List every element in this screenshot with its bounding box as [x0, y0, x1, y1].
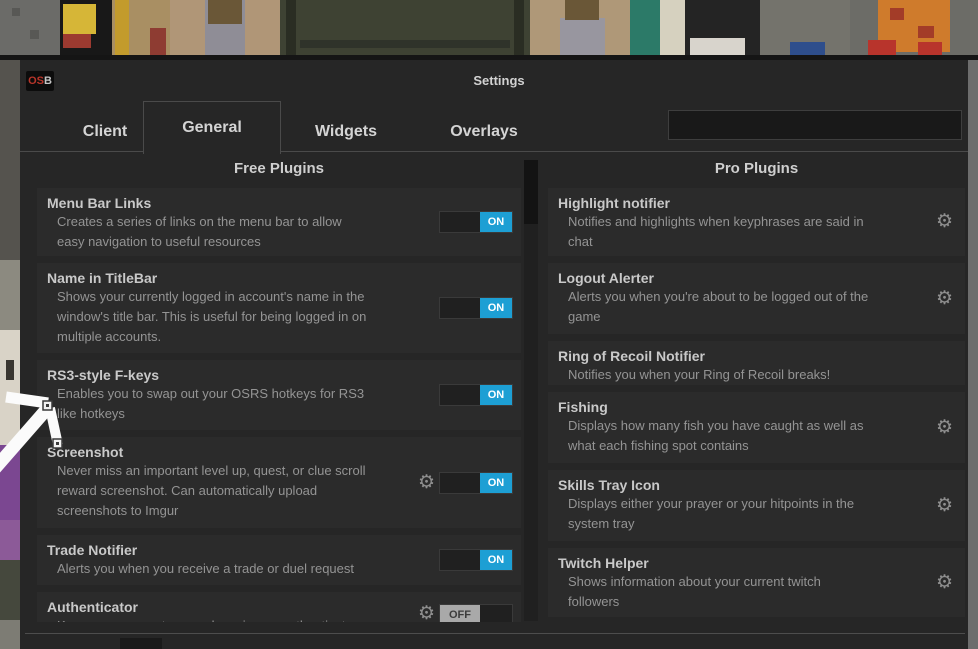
gear-icon[interactable]: ⚙ [936, 287, 953, 311]
plugin-name: Twitch Helper [558, 555, 649, 571]
footer-divider [25, 633, 965, 634]
plugin-description: Never miss an important level up, quest,… [57, 463, 366, 518]
plugin-card-menu-bar-links: Menu Bar Links Creates a series of links… [37, 188, 521, 256]
free-plugins-scrollbar[interactable] [524, 160, 538, 621]
toggle-name-in-titlebar[interactable]: ON [439, 297, 513, 319]
plugin-card-authenticator: Authenticator Keep your account secure b… [37, 592, 521, 622]
search-input[interactable] [668, 110, 962, 140]
gear-icon[interactable]: ⚙ [418, 602, 435, 622]
plugin-name: Name in TitleBar [47, 270, 158, 286]
toggle-off-side [440, 472, 480, 493]
plugin-card-twitch-helper: Twitch Helper Shows information about yo… [548, 548, 965, 617]
toggle-on-side: ON [480, 550, 512, 570]
gear-icon[interactable]: ⚙ [936, 571, 953, 595]
plugin-card-name-in-titlebar: Name in TitleBar Shows your currently lo… [37, 263, 521, 353]
toggle-on-side: ON [480, 298, 512, 318]
plugin-name: Highlight notifier [558, 195, 670, 211]
plugin-name: Skills Tray Icon [558, 477, 660, 493]
toggle-authenticator[interactable]: OFF [439, 604, 513, 622]
plugin-name: Screenshot [47, 444, 124, 460]
toggle-on-side: ON [480, 212, 512, 232]
plugin-card-highlight-notifier: Highlight notifier Notifies and highligh… [548, 188, 965, 256]
plugin-description: Displays either your prayer or your hitp… [568, 496, 855, 531]
dialog-title: Settings [473, 73, 525, 88]
tab-widgets-label: Widgets [314, 122, 378, 140]
plugin-name: Fishing [558, 399, 608, 415]
plugin-card-logout-alerter: Logout Alerter Alerts you when you're ab… [548, 263, 965, 334]
game-background-left [0, 60, 20, 649]
tab-general[interactable]: General [143, 101, 281, 154]
plugin-name: Menu Bar Links [47, 195, 152, 211]
plugin-card-skills-tray-icon: Skills Tray Icon Displays either your pr… [548, 470, 965, 541]
toggle-on-side: ON [480, 385, 512, 405]
pro-plugins-header: Pro Plugins [714, 160, 799, 177]
plugin-description: Shows information about your current twi… [568, 574, 821, 609]
tab-general-label: General [182, 119, 242, 136]
tab-overlays-label: Overlays [450, 122, 518, 140]
plugin-card-ring-of-recoil: Ring of Recoil Notifier Notifies you whe… [548, 341, 965, 385]
plugin-description: Displays how many fish you have caught a… [568, 418, 864, 453]
tab-widgets[interactable]: Widgets [288, 112, 404, 151]
plugin-description: Alerts you when you receive a trade or d… [57, 561, 355, 576]
gear-icon[interactable]: ⚙ [936, 494, 953, 518]
free-plugins-scrollbar-thumb[interactable] [524, 160, 538, 224]
toggle-trade-notifier[interactable]: ON [439, 549, 513, 571]
free-plugins-list: Menu Bar Links Creates a series of links… [37, 188, 521, 622]
plugin-name: Ring of Recoil Notifier [558, 348, 705, 364]
plugin-card-fishing: Fishing Displays how many fish you have … [548, 392, 965, 463]
plugin-description: Shows your currently logged in account's… [57, 289, 367, 344]
toggle-off-side [440, 385, 480, 405]
gear-icon[interactable]: ⚙ [936, 416, 953, 440]
toggle-menu-bar-links[interactable]: ON [439, 211, 513, 233]
toggle-screenshot[interactable]: ON [439, 471, 513, 494]
toggle-rs3-fkeys[interactable]: ON [439, 384, 513, 406]
dialog-scrollbar-thumb[interactable] [968, 60, 978, 649]
footer-fragment [120, 638, 162, 649]
plugin-description: Keep your account secure by using an aut… [57, 616, 367, 622]
toggle-off-side [440, 298, 480, 318]
plugin-description: Alerts you when you're about to be logge… [568, 289, 869, 324]
pro-plugins-list: Highlight notifier Notifies and highligh… [548, 188, 965, 622]
plugin-description: Enables you to swap out your OSRS hotkey… [57, 386, 365, 421]
toggle-on-side: ON [480, 472, 512, 493]
plugin-card-rs3-fkeys: RS3-style F-keys Enables you to swap out… [37, 360, 521, 430]
settings-dialog: OS B Settings Client General Widgets Over… [20, 60, 978, 649]
game-background-top [0, 0, 978, 60]
toggle-off-side: OFF [440, 605, 480, 622]
plugin-name: RS3-style F-keys [47, 367, 160, 383]
plugin-description: Notifies you when your Ring of Recoil br… [568, 367, 831, 382]
tab-client-label: Client [82, 122, 128, 140]
free-plugins-header: Free Plugins [233, 160, 325, 177]
tab-overlays[interactable]: Overlays [423, 112, 545, 151]
toggle-off-side [440, 212, 480, 232]
toggle-off-side [440, 550, 480, 570]
screen: OS B Settings Client General Widgets Over… [0, 0, 978, 649]
plugin-card-screenshot: Screenshot Never miss an important level… [37, 437, 521, 528]
gear-icon[interactable]: ⚙ [418, 471, 435, 495]
dialog-scrollbar[interactable] [968, 60, 978, 649]
plugin-description: Creates a series of links on the menu ba… [57, 214, 342, 249]
gear-icon[interactable]: ⚙ [936, 210, 953, 234]
plugin-description: Notifies and highlights when keyphrases … [568, 214, 864, 249]
toggle-on-side [480, 605, 512, 622]
plugin-card-trade-notifier: Trade Notifier Alerts you when you recei… [37, 535, 521, 585]
plugin-name: Logout Alerter [558, 270, 654, 286]
